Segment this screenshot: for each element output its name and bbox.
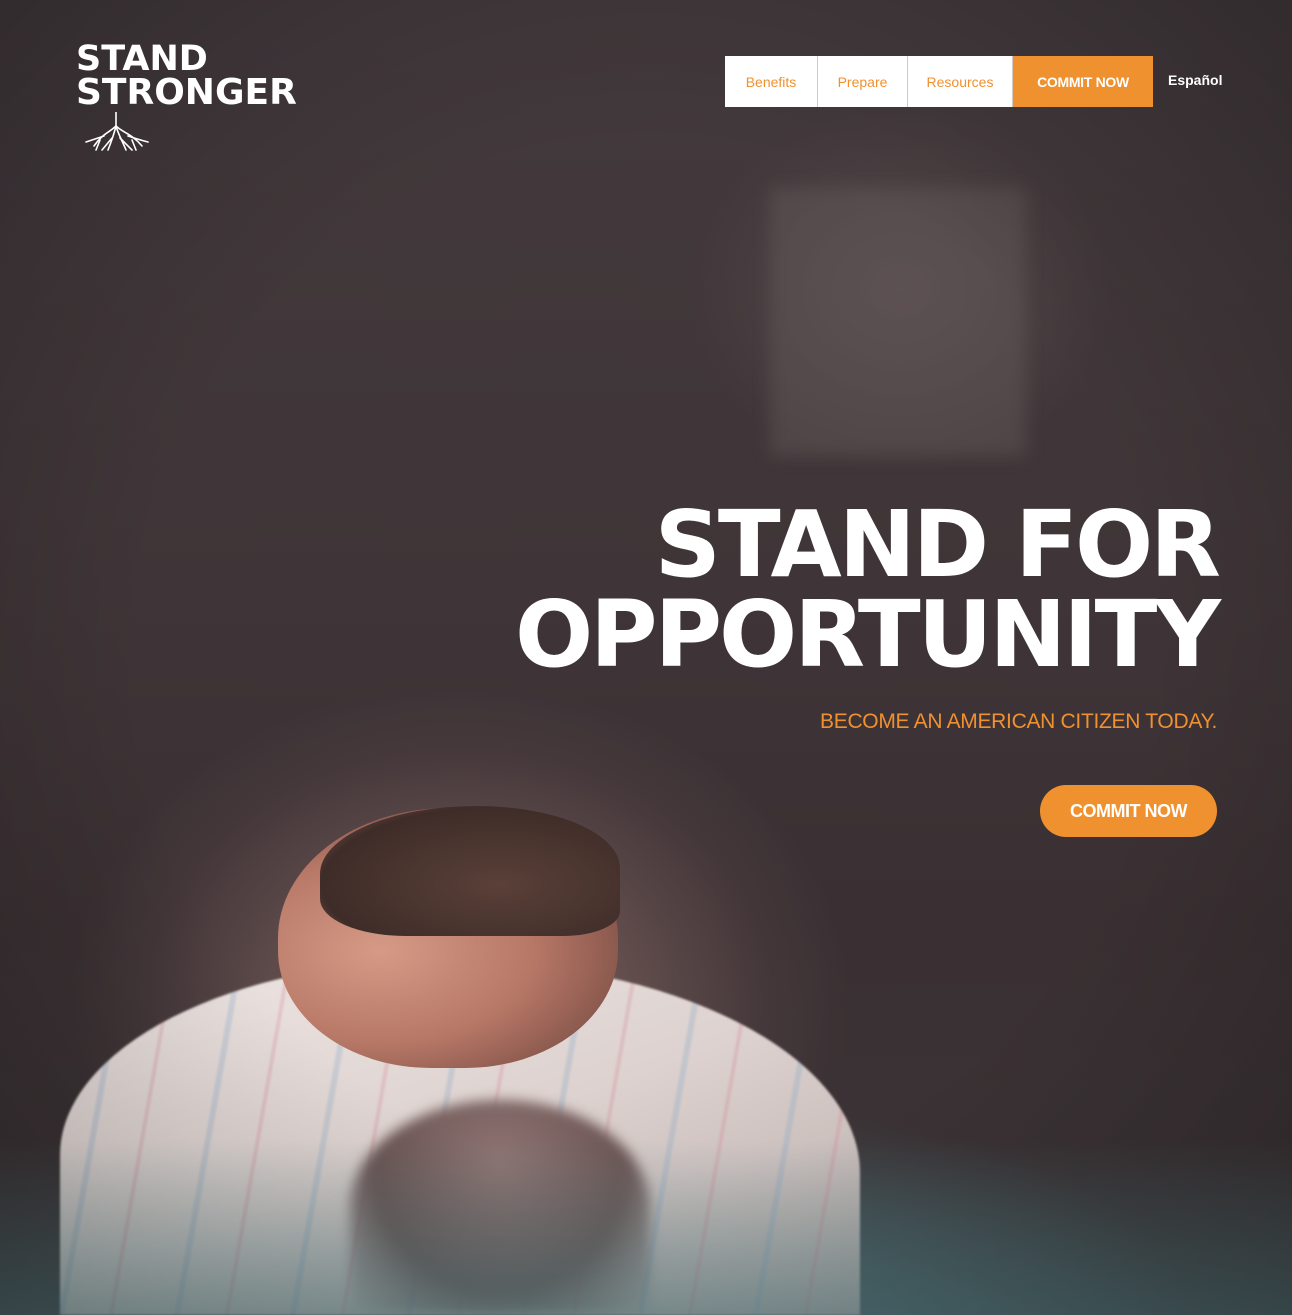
foreground-mist (0, 1140, 1292, 1315)
hero-section: STAND STRONGER Benefits Prepare Resource… (0, 0, 1292, 1315)
nav-prepare[interactable]: Prepare (818, 56, 908, 107)
hero-headline: STAND FOR OPPORTUNITY (514, 491, 1221, 688)
nav-commit-now-button[interactable]: COMMIT NOW (1013, 56, 1153, 107)
logo-line-1: STAND (76, 39, 208, 79)
commit-now-button[interactable]: COMMIT NOW (1040, 785, 1217, 837)
site-logo[interactable]: STAND STRONGER (76, 42, 326, 154)
nav-resources[interactable]: Resources (908, 56, 1013, 107)
nav-benefits[interactable]: Benefits (725, 56, 818, 107)
logo-line-2: STRONGER (76, 72, 297, 113)
tree-roots-icon (85, 112, 149, 151)
main-navigation: Benefits Prepare Resources COMMIT NOW (725, 56, 1153, 107)
language-switch-link[interactable]: Español (1168, 72, 1222, 88)
background-window (770, 188, 1026, 456)
headline-line-2: OPPORTUNITY (514, 581, 1221, 688)
baby-hair-image (320, 806, 620, 936)
hero-subheadline: BECOME AN AMERICAN CITIZEN TODAY. (820, 710, 1217, 733)
headline-line-1: STAND FOR (654, 491, 1221, 598)
